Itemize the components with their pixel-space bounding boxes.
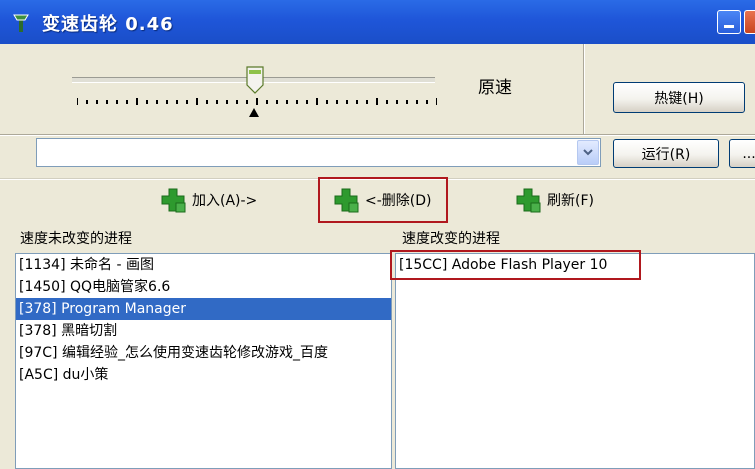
slider-tick xyxy=(286,100,288,104)
slider-tick xyxy=(406,100,408,104)
slider-tick xyxy=(86,100,88,104)
delete-highlight-box xyxy=(318,177,448,223)
default-speed-marker xyxy=(249,108,259,117)
horizontal-divider xyxy=(0,134,755,136)
slider-tick xyxy=(346,100,348,104)
slider-tick xyxy=(336,100,338,104)
slider-tick xyxy=(106,100,108,104)
slider-tick xyxy=(326,100,328,104)
slider-tick xyxy=(276,100,278,104)
slider-tick xyxy=(426,100,428,104)
gear-app-icon xyxy=(13,14,29,32)
slider-tick xyxy=(156,100,158,104)
more-button[interactable]: ... xyxy=(729,139,755,168)
slider-tick xyxy=(356,100,358,104)
hotkey-button[interactable]: 热键(H) xyxy=(613,82,745,113)
plus-icon xyxy=(516,188,541,213)
speed-label: 原速 xyxy=(478,78,512,98)
list-item[interactable]: [1134] 未命名 - 画图 xyxy=(16,254,391,276)
slider-tick xyxy=(416,100,418,104)
slider-tick xyxy=(126,100,128,104)
plus-icon xyxy=(161,188,186,213)
list-item[interactable]: [A5C] du小策 xyxy=(16,364,391,386)
list-item[interactable]: [97C] 编辑经验_怎么使用变速齿轮修改游戏_百度 xyxy=(16,342,391,364)
speed-slider-thumb[interactable] xyxy=(246,66,264,94)
list-item-selected[interactable]: [378] Program Manager xyxy=(16,298,391,320)
refresh-button[interactable]: 刷新(F) xyxy=(515,187,594,213)
slider-tick xyxy=(246,100,248,104)
slider-tick xyxy=(386,100,388,104)
slider-tick xyxy=(96,100,98,104)
slider-tick xyxy=(196,98,198,105)
changed-process-list[interactable]: [15CC] Adobe Flash Player 10 xyxy=(395,253,755,469)
slider-tick xyxy=(316,98,318,105)
speed-ticks xyxy=(77,98,437,105)
list-item[interactable]: [1450] QQ电脑管家6.6 xyxy=(16,276,391,298)
main-dialog: 原速 热键(H) 运行(R) ... 加入(A)-> <-删除(D) 刷新(F) xyxy=(0,44,755,469)
slider-tick xyxy=(226,100,228,104)
slider-tick xyxy=(186,100,188,104)
slider-tick xyxy=(366,100,368,104)
slider-tick xyxy=(136,98,138,105)
combo-dropdown-button[interactable] xyxy=(577,140,599,165)
minimize-button[interactable] xyxy=(717,10,741,34)
list-item[interactable]: [378] 黑暗切割 xyxy=(16,320,391,342)
slider-tick xyxy=(256,98,258,105)
chevron-down-icon xyxy=(583,149,593,156)
process-highlight-box xyxy=(390,250,641,280)
slider-tick xyxy=(436,98,437,105)
slider-tick xyxy=(296,100,298,104)
slider-tick xyxy=(266,100,268,104)
close-button[interactable] xyxy=(744,10,755,34)
run-button[interactable]: 运行(R) xyxy=(613,139,719,168)
slider-tick xyxy=(116,100,118,104)
add-label: 加入(A)-> xyxy=(192,193,258,209)
right-panel-header: 速度改变的进程 xyxy=(402,231,500,247)
slider-tick xyxy=(166,100,168,104)
unchanged-process-list[interactable]: [1134] 未命名 - 画图 [1450] QQ电脑管家6.6 [378] P… xyxy=(15,253,392,469)
refresh-label: 刷新(F) xyxy=(547,193,594,209)
slider-tick xyxy=(236,100,238,104)
slider-tick xyxy=(376,98,378,105)
slider-tick xyxy=(216,100,218,104)
slider-tick xyxy=(396,100,398,104)
vertical-divider xyxy=(583,44,585,134)
window-title: 变速齿轮 0.46 xyxy=(42,14,174,35)
slider-tick xyxy=(206,100,208,104)
slider-tick xyxy=(146,100,148,104)
minimize-icon xyxy=(724,25,734,28)
slider-tick xyxy=(176,100,178,104)
title-bar[interactable]: 变速齿轮 0.46 xyxy=(0,0,755,44)
left-panel-header: 速度未改变的进程 xyxy=(20,231,132,247)
slider-tick xyxy=(77,98,78,105)
add-button[interactable]: 加入(A)-> xyxy=(160,187,257,213)
slider-tick xyxy=(306,100,308,104)
process-combo[interactable] xyxy=(36,138,601,167)
